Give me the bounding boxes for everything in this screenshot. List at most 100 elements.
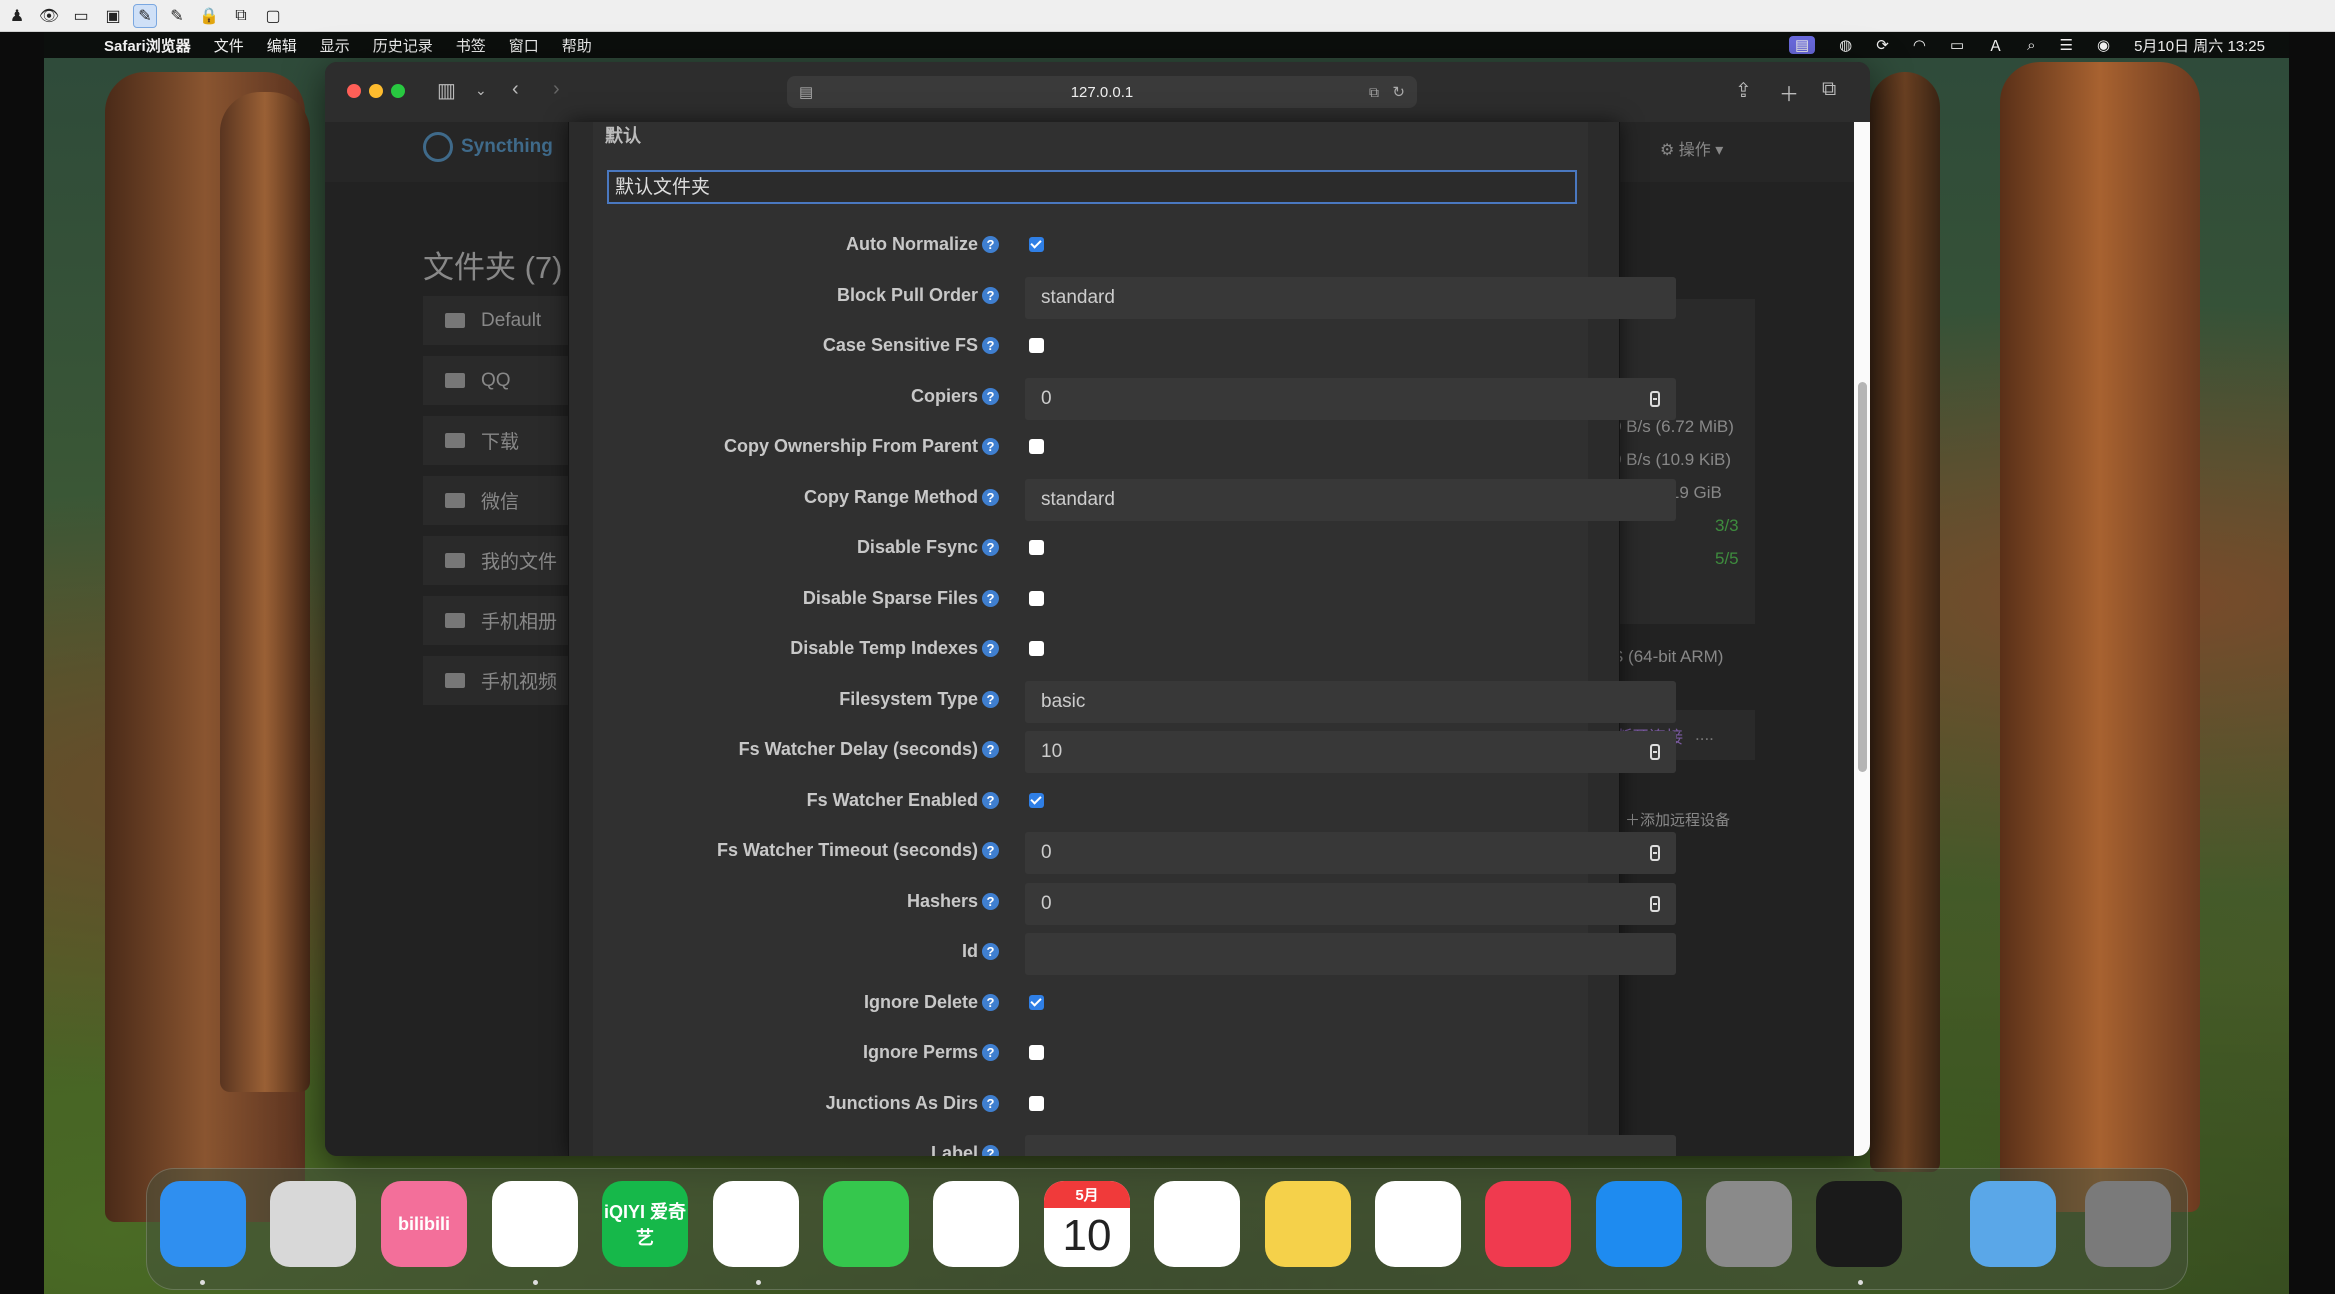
setting-input[interactable]: 10: [1025, 731, 1676, 773]
battery-icon[interactable]: ▭: [1950, 36, 1964, 54]
folder-row[interactable]: 手机相册: [423, 596, 573, 646]
setting-checkbox[interactable]: [1029, 540, 1044, 555]
stepper-icon[interactable]: [1650, 895, 1660, 912]
video-player-icon[interactable]: [492, 1181, 578, 1267]
folder-row[interactable]: 手机视频: [423, 656, 573, 706]
help-icon[interactable]: ?: [982, 1044, 999, 1061]
stepper-icon[interactable]: [1650, 390, 1660, 407]
microphone-icon[interactable]: ◍: [1839, 36, 1852, 54]
calendar-icon[interactable]: 5月 10: [1044, 1181, 1130, 1267]
translate-icon[interactable]: ⧉: [1369, 84, 1379, 101]
setting-checkbox[interactable]: [1029, 338, 1044, 353]
siri-icon[interactable]: ◉: [2097, 36, 2110, 54]
screen-share-icon[interactable]: ▤: [1788, 36, 1816, 54]
sidebar-toggle-icon[interactable]: ▥: [437, 78, 456, 103]
chevron-down-icon[interactable]: ⌄: [475, 82, 487, 99]
setting-input[interactable]: [1025, 933, 1676, 975]
eye-icon[interactable]: 👁: [38, 5, 60, 27]
forward-icon[interactable]: ›: [553, 78, 560, 101]
folder-row[interactable]: 我的文件: [423, 536, 573, 586]
help-icon[interactable]: ?: [982, 741, 999, 758]
scrollbar-thumb[interactable]: [1858, 382, 1867, 772]
edit-icon[interactable]: ✎: [166, 5, 188, 27]
wifi-icon[interactable]: ◠: [1913, 36, 1926, 54]
setting-input[interactable]: 0: [1025, 882, 1676, 925]
menu-window[interactable]: 窗口: [509, 35, 539, 56]
folder-row[interactable]: 下载: [423, 416, 573, 466]
zoom-window-button[interactable]: [391, 84, 405, 98]
bilibili-icon[interactable]: bilibili: [381, 1181, 467, 1267]
finder-icon[interactable]: [160, 1181, 246, 1267]
help-icon[interactable]: ?: [982, 640, 999, 657]
help-icon[interactable]: ?: [982, 892, 999, 910]
folder-row[interactable]: 微信: [423, 476, 573, 526]
folder-name-field[interactable]: 默认文件夹: [607, 170, 1577, 204]
help-icon[interactable]: ?: [982, 842, 999, 859]
setting-input[interactable]: 0: [1025, 832, 1676, 874]
back-icon[interactable]: ‹: [512, 78, 519, 101]
lock-icon[interactable]: 🔒: [198, 5, 220, 27]
music-icon[interactable]: [1485, 1181, 1571, 1267]
notes-icon[interactable]: [1265, 1181, 1351, 1267]
folder-row[interactable]: Default: [423, 296, 573, 346]
setting-input[interactable]: 0: [1025, 377, 1676, 420]
help-icon[interactable]: ?: [982, 1094, 999, 1112]
menu-view[interactable]: 显示: [320, 35, 350, 56]
chatgpt-icon[interactable]: [1816, 1181, 1902, 1267]
iqiyi-icon[interactable]: iQIYI 爱奇艺: [602, 1181, 688, 1267]
syncthing-brand[interactable]: Syncthing: [423, 132, 553, 162]
minimize-window-button[interactable]: [369, 84, 383, 98]
menu-file[interactable]: 文件: [214, 35, 244, 56]
tool-active-icon[interactable]: ✎: [133, 3, 157, 28]
trash-icon[interactable]: [2085, 1181, 2171, 1267]
help-icon[interactable]: ?: [982, 1145, 999, 1156]
setting-input[interactable]: [1025, 1135, 1676, 1156]
setting-checkbox[interactable]: [1029, 994, 1044, 1010]
input-method-icon[interactable]: Ａ: [1988, 35, 2003, 56]
new-tab-icon[interactable]: ＋: [1779, 78, 1799, 107]
freeform-icon[interactable]: [1375, 1181, 1461, 1267]
share-icon[interactable]: ⇪: [1735, 78, 1752, 103]
menu-clock[interactable]: 5月10日 周六 13:25: [2134, 35, 2265, 56]
help-icon[interactable]: ?: [982, 589, 999, 607]
window-icon[interactable]: ▣: [102, 5, 124, 27]
setting-checkbox[interactable]: [1029, 439, 1044, 454]
folder-row[interactable]: QQ: [423, 356, 573, 406]
setting-checkbox[interactable]: [1029, 1095, 1044, 1111]
help-icon[interactable]: ?: [982, 943, 999, 960]
page-menu-icon[interactable]: ▤: [799, 83, 813, 101]
setting-checkbox[interactable]: [1029, 590, 1044, 606]
photos-icon[interactable]: [933, 1181, 1019, 1267]
help-icon[interactable]: ?: [982, 337, 999, 354]
help-icon[interactable]: ?: [982, 387, 999, 405]
downloads-folder-icon[interactable]: [1970, 1181, 2056, 1267]
menu-help[interactable]: 帮助: [562, 35, 592, 56]
messages-icon[interactable]: [823, 1181, 909, 1267]
app-store-icon[interactable]: [1596, 1181, 1682, 1267]
reload-icon[interactable]: ↻: [1392, 83, 1405, 101]
help-icon[interactable]: ?: [982, 993, 999, 1011]
help-icon[interactable]: ?: [982, 236, 999, 253]
address-bar[interactable]: ▤ 127.0.0.1 ⧉ ↻: [787, 76, 1417, 108]
menu-edit[interactable]: 编辑: [267, 35, 297, 56]
help-icon[interactable]: ?: [982, 690, 999, 708]
user-icon[interactable]: ♟: [6, 5, 28, 27]
setting-input[interactable]: basic: [1025, 680, 1676, 723]
clipboard-icon[interactable]: ▢: [262, 5, 284, 27]
close-window-button[interactable]: [347, 84, 361, 98]
setting-input[interactable]: standard: [1025, 276, 1676, 319]
help-icon[interactable]: ?: [982, 791, 999, 809]
actions-dropdown[interactable]: ⚙ 操作 ▾: [1660, 136, 1723, 160]
page-scrollbar[interactable]: [1854, 122, 1870, 1156]
help-icon[interactable]: ?: [982, 539, 999, 556]
setting-checkbox[interactable]: [1029, 1045, 1044, 1060]
system-settings-icon[interactable]: [1706, 1181, 1792, 1267]
search-icon[interactable]: ⌕: [2027, 37, 2035, 54]
stepper-icon[interactable]: [1650, 744, 1660, 760]
safari-icon[interactable]: [713, 1181, 799, 1267]
reminders-icon[interactable]: [1154, 1181, 1240, 1267]
setting-input[interactable]: standard: [1025, 478, 1676, 521]
setting-checkbox[interactable]: [1029, 641, 1044, 656]
help-icon[interactable]: ?: [982, 286, 999, 304]
folder-icon[interactable]: ▭: [70, 5, 92, 27]
